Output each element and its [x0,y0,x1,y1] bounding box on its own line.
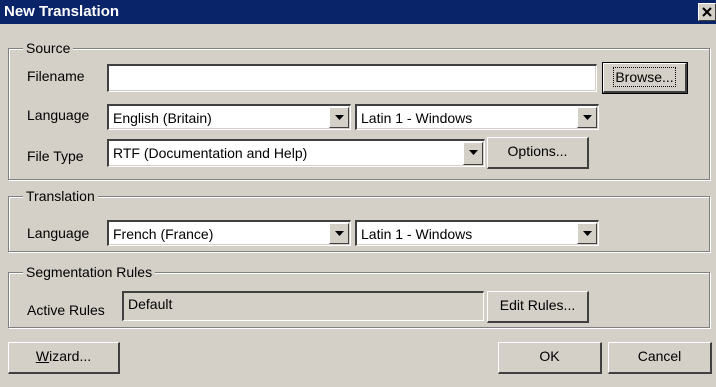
file-type-value: RTF (Documentation and Help) [113,145,308,161]
ok-button-label: OK [539,348,560,364]
target-encoding-value: Latin 1 - Windows [361,226,473,242]
source-language-dropdown-button[interactable] [329,107,349,128]
cancel-button[interactable]: Cancel [608,342,712,374]
target-language-value: French (France) [113,226,214,242]
source-legend: Source [23,39,74,57]
filename-input[interactable] [107,64,597,92]
translation-group: Translation Language French (France) Lat… [8,187,710,252]
wizard-button-label: Wizard... [36,348,91,364]
chevron-down-icon [583,115,592,120]
chevron-down-icon [335,115,344,120]
source-language-value: English (Britain) [113,110,212,126]
source-language-label: Language [27,107,90,123]
source-group: Source Filename Browse... Language Engli… [8,39,710,180]
target-language-dropdown-button[interactable] [329,223,349,244]
edit-rules-button-label: Edit Rules... [499,297,576,313]
active-rules-label: Active Rules [27,302,105,318]
edit-rules-button[interactable]: Edit Rules... [487,291,589,323]
filename-label: Filename [27,68,85,84]
target-encoding-select[interactable]: Latin 1 - Windows [355,220,599,246]
options-button[interactable]: Options... [487,137,589,169]
chevron-down-icon [583,231,592,236]
close-button[interactable] [698,3,716,21]
active-rules-field: Default [122,291,484,321]
segmentation-group: Segmentation Rules Active Rules Default … [8,263,710,328]
source-encoding-dropdown-button[interactable] [577,107,597,128]
close-icon [702,7,712,17]
target-language-label: Language [27,225,90,241]
wizard-label-rest: izard... [49,348,92,364]
active-rules-value: Default [128,296,173,312]
source-language-select[interactable]: English (Britain) [107,104,351,130]
wizard-button[interactable]: Wizard... [8,342,120,374]
options-button-label: Options... [507,143,568,159]
source-encoding-value: Latin 1 - Windows [361,110,473,126]
cancel-button-label: Cancel [637,348,682,364]
file-type-dropdown-button[interactable] [463,142,483,165]
wizard-mnemonic: W [35,348,50,364]
target-encoding-dropdown-button[interactable] [577,223,597,244]
title-bar: New Translation [0,0,716,24]
file-type-label: File Type [27,148,84,164]
target-language-select[interactable]: French (France) [107,220,351,246]
chevron-down-icon [469,150,478,155]
browse-button[interactable]: Browse... [602,62,688,94]
ok-button[interactable]: OK [498,342,602,374]
file-type-select[interactable]: RTF (Documentation and Help) [107,139,485,167]
chevron-down-icon [335,231,344,236]
segmentation-legend: Segmentation Rules [23,263,156,281]
translation-legend: Translation [23,187,98,205]
source-encoding-select[interactable]: Latin 1 - Windows [355,104,599,130]
window-title: New Translation [4,3,120,20]
browse-button-label: Browse... [613,67,676,87]
